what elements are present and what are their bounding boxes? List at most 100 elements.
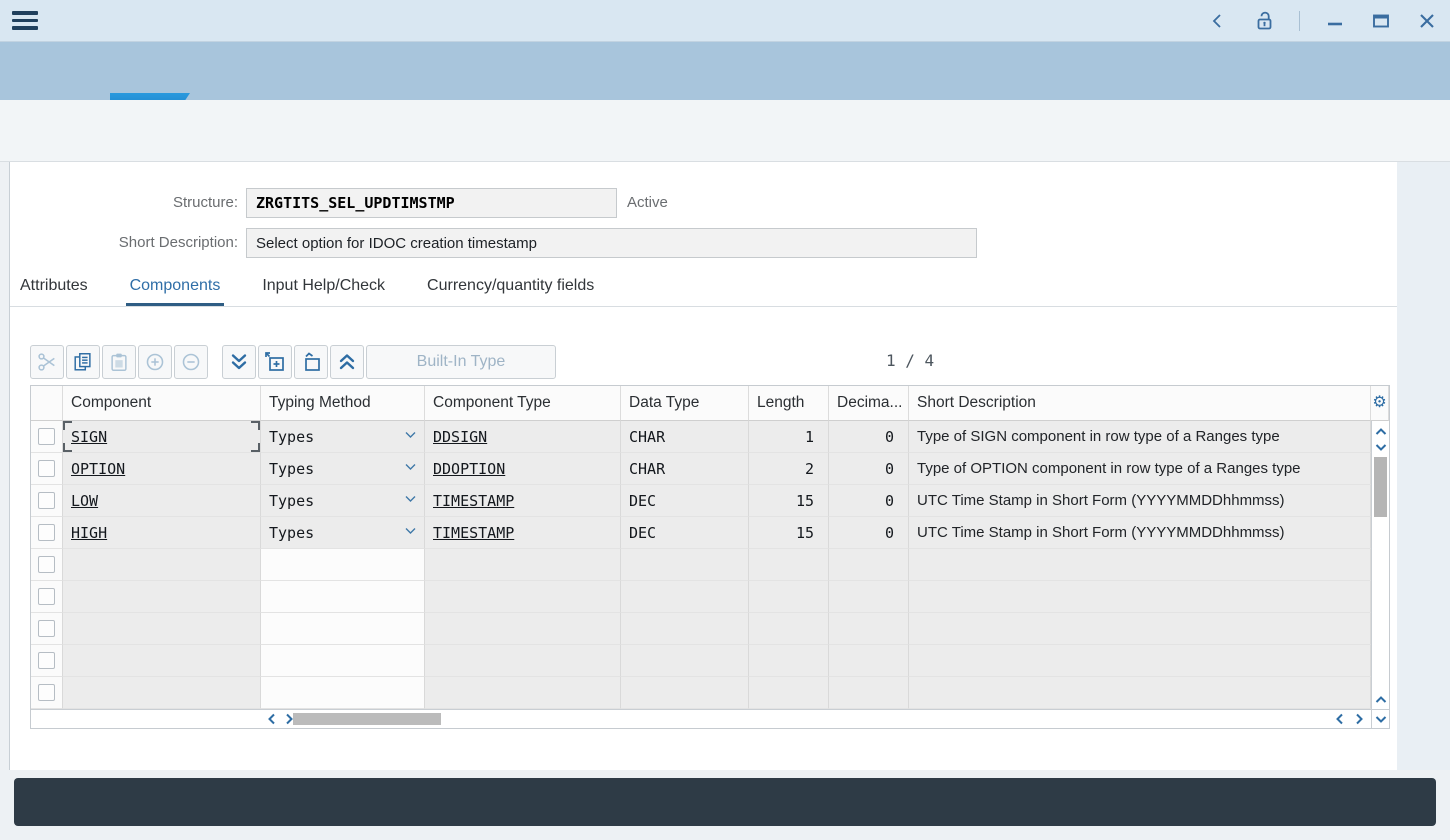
tab-input-help-check[interactable]: Input Help/Check bbox=[262, 277, 385, 306]
minus-circle-icon[interactable] bbox=[174, 345, 208, 379]
sap-gui-window: SAP Dictionary: Display Structure bbox=[0, 0, 1450, 840]
row-checkbox[interactable] bbox=[38, 492, 55, 509]
table-row: LOW Types TIMESTAMP DEC 15 0 UTC Time St… bbox=[31, 485, 1371, 517]
length-cell: 15 bbox=[749, 517, 829, 549]
header-component[interactable]: Component bbox=[63, 386, 261, 421]
scroll-down-icon[interactable] bbox=[1372, 439, 1389, 455]
tab-currency-quantity-fields[interactable]: Currency/quantity fields bbox=[427, 277, 594, 306]
minimize-icon[interactable] bbox=[1324, 10, 1346, 32]
short-description-cell: UTC Time Stamp in Short Form (YYYYMMDDhh… bbox=[909, 485, 1371, 517]
component-cell[interactable]: OPTION bbox=[63, 453, 261, 485]
footer-area bbox=[0, 770, 1450, 840]
component-type-cell[interactable]: DDSIGN bbox=[425, 421, 621, 453]
length-cell: 2 bbox=[749, 453, 829, 485]
row-checkbox[interactable] bbox=[38, 620, 55, 637]
scroll-down-icon[interactable] bbox=[1371, 709, 1389, 728]
data-type-cell: CHAR bbox=[621, 453, 749, 485]
status-text: Active bbox=[627, 188, 668, 218]
short-description-cell: Type of OPTION component in row type of … bbox=[909, 453, 1371, 485]
typing-method-cell[interactable]: Types bbox=[261, 453, 425, 485]
paste-icon[interactable] bbox=[102, 345, 136, 379]
header-component-type[interactable]: Component Type bbox=[425, 386, 621, 421]
component-cell[interactable]: SIGN bbox=[63, 421, 261, 453]
table-row-empty bbox=[31, 549, 1371, 581]
horizontal-scroll-thumb[interactable] bbox=[293, 713, 441, 725]
structure-value: ZRGTITS_SEL_UPDTIMSTMP bbox=[256, 194, 455, 212]
header-typing-method[interactable]: Typing Method bbox=[261, 386, 425, 421]
scroll-up-icon[interactable] bbox=[1372, 423, 1389, 439]
decimals-cell: 0 bbox=[829, 421, 909, 453]
chevron-down-icon bbox=[405, 463, 416, 471]
double-chevron-down-icon[interactable] bbox=[222, 345, 256, 379]
table-row: SIGN Types DDSIGN CHAR 1 0 Type of SIGN … bbox=[31, 421, 1371, 453]
delete-row-icon[interactable] bbox=[294, 345, 328, 379]
structure-field[interactable]: ZRGTITS_SEL_UPDTIMSTMP bbox=[246, 188, 617, 218]
header-length[interactable]: Length bbox=[749, 386, 829, 421]
vertical-scrollbar[interactable] bbox=[1371, 421, 1389, 709]
maximize-icon[interactable] bbox=[1370, 10, 1392, 32]
window-controls bbox=[1207, 0, 1438, 41]
component-cell[interactable]: HIGH bbox=[63, 517, 261, 549]
scroll-right-icon[interactable] bbox=[1351, 710, 1367, 728]
header-data-type[interactable]: Data Type bbox=[621, 386, 749, 421]
tab-strip: Attributes Components Input Help/Check C… bbox=[10, 266, 1397, 307]
header-decimals[interactable]: Decima... bbox=[829, 386, 909, 421]
component-cell[interactable]: LOW bbox=[63, 485, 261, 517]
row-checkbox[interactable] bbox=[38, 460, 55, 477]
table-row-empty bbox=[31, 677, 1371, 709]
row-checkbox[interactable] bbox=[38, 684, 55, 701]
menu-icon[interactable] bbox=[12, 11, 38, 32]
component-type-cell[interactable]: TIMESTAMP bbox=[425, 517, 621, 549]
chevron-down-icon bbox=[405, 495, 416, 503]
window-right-background bbox=[1397, 162, 1450, 770]
typing-method-cell[interactable]: Types bbox=[261, 421, 425, 453]
row-checkbox[interactable] bbox=[38, 588, 55, 605]
short-description-cell: Type of SIGN component in row type of a … bbox=[909, 421, 1371, 453]
close-icon[interactable] bbox=[1416, 10, 1438, 32]
short-description-field[interactable]: Select option for IDOC creation timestam… bbox=[246, 228, 977, 258]
title-bar: SAP Dictionary: Display Structure bbox=[0, 42, 1450, 100]
scroll-up-icon[interactable] bbox=[1372, 691, 1389, 707]
scroll-left-icon[interactable] bbox=[1331, 710, 1347, 728]
tab-attributes[interactable]: Attributes bbox=[20, 277, 88, 306]
vertical-scroll-thumb[interactable] bbox=[1374, 457, 1387, 517]
nav-back-icon[interactable] bbox=[1207, 10, 1229, 32]
header-short-description[interactable]: Short Description bbox=[909, 386, 1371, 421]
table-row-empty bbox=[31, 645, 1371, 677]
table-row-empty bbox=[31, 581, 1371, 613]
typing-method-cell[interactable]: Types bbox=[261, 517, 425, 549]
insert-row-icon[interactable] bbox=[258, 345, 292, 379]
row-checkbox[interactable] bbox=[38, 556, 55, 573]
row-position-indicator: 1 / 4 bbox=[886, 351, 934, 370]
gear-icon[interactable]: ⚙ bbox=[1372, 395, 1386, 411]
short-description-label: Short Description: bbox=[10, 228, 238, 258]
divider bbox=[1299, 11, 1300, 31]
table-row-empty bbox=[31, 613, 1371, 645]
builtin-type-button[interactable]: Built-In Type bbox=[366, 345, 556, 379]
tab-components[interactable]: Components bbox=[130, 277, 221, 306]
cut-icon[interactable] bbox=[30, 345, 64, 379]
length-cell: 1 bbox=[749, 421, 829, 453]
typing-method-cell[interactable]: Types bbox=[261, 485, 425, 517]
row-checkbox[interactable] bbox=[38, 428, 55, 445]
row-checkbox[interactable] bbox=[38, 524, 55, 541]
unlock-icon[interactable] bbox=[1253, 10, 1275, 32]
chevron-down-icon bbox=[405, 527, 416, 535]
component-type-cell[interactable]: TIMESTAMP bbox=[425, 485, 621, 517]
table-row: OPTION Types DDOPTION CHAR 2 0 Type of O… bbox=[31, 453, 1371, 485]
components-table: Component Typing Method Component Type D… bbox=[30, 385, 1390, 729]
component-type-cell[interactable]: DDOPTION bbox=[425, 453, 621, 485]
row-checkbox[interactable] bbox=[38, 652, 55, 669]
double-chevron-up-icon[interactable] bbox=[330, 345, 364, 379]
scroll-left-icon[interactable] bbox=[263, 710, 279, 728]
plus-circle-icon[interactable] bbox=[138, 345, 172, 379]
status-bar bbox=[14, 778, 1436, 826]
short-description-value: Select option for IDOC creation timestam… bbox=[256, 235, 537, 252]
decimals-cell: 0 bbox=[829, 517, 909, 549]
system-bar bbox=[0, 0, 1450, 42]
header-selection[interactable] bbox=[31, 386, 63, 421]
data-type-cell: DEC bbox=[621, 517, 749, 549]
copy-icon[interactable] bbox=[66, 345, 100, 379]
horizontal-scrollbar[interactable] bbox=[31, 709, 1371, 728]
application-toolbar: Hierarchy Display Append Structure... Mo… bbox=[0, 100, 1450, 162]
